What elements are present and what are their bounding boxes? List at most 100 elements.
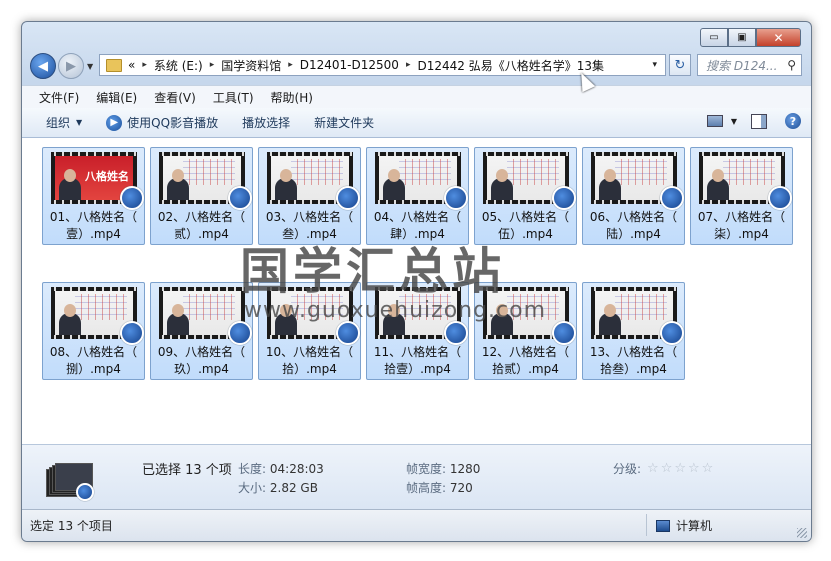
resize-grip[interactable] — [797, 528, 807, 538]
file-item[interactable]: 09、八格姓名（ 玖）.mp4 — [150, 282, 253, 380]
file-item[interactable]: 06、八格姓名（ 陆）.mp4 — [582, 147, 685, 245]
status-location-label: 计算机 — [676, 519, 713, 533]
refresh-button[interactable]: ↻ — [669, 54, 691, 76]
file-name: 06、八格姓名（ 陆）.mp4 — [583, 209, 684, 243]
computer-icon — [656, 519, 670, 532]
rating-label: 分级: — [613, 462, 642, 476]
forward-button[interactable]: ▶ — [58, 53, 84, 79]
thumbnail-title: 八格姓名 — [85, 170, 129, 183]
status-bar: 选定 13 个项目 计算机 — [22, 509, 811, 541]
file-name-line2: 捌）.mp4 — [66, 362, 121, 376]
menu-file[interactable]: 文件(F) — [39, 89, 79, 106]
file-name-line1: 05、八格姓名（ — [481, 210, 570, 224]
view-options-dropdown[interactable]: ▼ — [731, 117, 737, 126]
video-thumbnail — [483, 152, 576, 210]
breadcrumb-overflow[interactable]: « — [128, 58, 135, 72]
maximize-button[interactable]: ▣ — [728, 28, 756, 47]
star-icon[interactable]: ☆ — [647, 461, 659, 476]
close-button[interactable]: ✕ — [756, 28, 801, 47]
star-icon[interactable]: ☆ — [661, 461, 673, 476]
file-item[interactable]: 08、八格姓名（ 捌）.mp4 — [42, 282, 145, 380]
file-name: 08、八格姓名（ 捌）.mp4 — [43, 344, 144, 378]
video-badge-icon — [228, 321, 252, 345]
video-thumbnail — [159, 152, 252, 210]
frame-height-row: 帧高度: 720 — [406, 479, 473, 496]
breadcrumb-item-library[interactable]: 国学资料馆 — [221, 57, 281, 74]
file-item[interactable]: 八格姓名 01、八格姓名（ 壹）.mp4 — [42, 147, 145, 245]
file-name: 09、八格姓名（ 玖）.mp4 — [151, 344, 252, 378]
file-name: 02、八格姓名（ 贰）.mp4 — [151, 209, 252, 243]
video-badge-icon — [552, 186, 576, 210]
video-badge-icon — [552, 321, 576, 345]
new-folder-button[interactable]: 新建文件夹 — [314, 114, 374, 131]
star-icon[interactable]: ☆ — [674, 461, 686, 476]
play-selection-button[interactable]: 播放选择 — [242, 114, 290, 131]
star-icon[interactable]: ☆ — [688, 461, 700, 476]
file-name-line2: 玖）.mp4 — [174, 362, 229, 376]
search-input[interactable]: 搜索 D124... — [706, 57, 787, 74]
status-location: 计算机 — [656, 517, 712, 534]
file-item[interactable]: 04、八格姓名（ 肆）.mp4 — [366, 147, 469, 245]
preview-pane-icon[interactable] — [751, 113, 767, 129]
file-name-line2: 贰）.mp4 — [174, 227, 229, 241]
video-thumbnail: 八格姓名 — [51, 152, 144, 210]
video-badge-icon — [768, 186, 792, 210]
breadcrumb: « ▸ 系统 (E:) ▸ 国学资料馆 ▸ D12401-D12500 ▸ D1… — [128, 57, 604, 74]
file-name-line2: 拾叁）.mp4 — [600, 362, 667, 376]
view-controls: ▼ ? — [706, 113, 801, 129]
status-divider — [646, 514, 647, 536]
file-item[interactable]: 07、八格姓名（ 柒）.mp4 — [690, 147, 793, 245]
file-name: 01、八格姓名（ 壹）.mp4 — [43, 209, 144, 243]
menu-help[interactable]: 帮助(H) — [271, 89, 313, 106]
file-name: 10、八格姓名（ 拾）.mp4 — [259, 344, 360, 378]
video-badge-icon — [76, 483, 94, 501]
file-item[interactable]: 03、八格姓名（ 叁）.mp4 — [258, 147, 361, 245]
change-view-icon[interactable] — [706, 115, 723, 127]
help-icon[interactable]: ? — [785, 113, 801, 129]
arrow-right-icon: ▶ — [66, 58, 76, 74]
frame-height-label: 帧高度: — [406, 481, 447, 495]
command-bar: 组织 ▼ ▶ 使用QQ影音播放 播放选择 新建文件夹 ▼ ? — [22, 108, 811, 138]
video-badge-icon — [336, 321, 360, 345]
breadcrumb-item-current[interactable]: D12442 弘易《八格姓名学》13集 — [417, 57, 604, 74]
length-row: 长度: 04:28:03 — [238, 460, 324, 477]
video-badge-icon — [444, 186, 468, 210]
video-badge-icon — [660, 321, 684, 345]
size-row: 大小: 2.82 GB — [238, 479, 318, 496]
star-icon[interactable]: ☆ — [702, 461, 714, 476]
rating-stars[interactable]: ☆ ☆ ☆ ☆ ☆ — [647, 461, 715, 476]
menu-view[interactable]: 查看(V) — [154, 89, 196, 106]
back-button[interactable]: ◀ — [30, 53, 56, 79]
organize-label: 组织 — [46, 116, 71, 130]
watermark-title: 国学汇总站 — [240, 242, 506, 300]
selected-count: 已选择 13 个项 — [142, 463, 232, 478]
file-name-line2: 陆）.mp4 — [606, 227, 661, 241]
length-value: 04:28:03 — [269, 462, 324, 476]
menu-edit[interactable]: 编辑(E) — [96, 89, 137, 106]
watermark-url: www.guoxuehuizong.com — [244, 298, 547, 323]
address-dropdown-icon[interactable]: ▾ — [652, 60, 657, 70]
breadcrumb-item-range[interactable]: D12401-D12500 — [300, 58, 399, 72]
file-item[interactable]: 02、八格姓名（ 贰）.mp4 — [150, 147, 253, 245]
file-name-line1: 07、八格姓名（ — [697, 210, 786, 224]
file-item[interactable]: 13、八格姓名（ 拾叁）.mp4 — [582, 282, 685, 380]
menu-tools[interactable]: 工具(T) — [213, 89, 254, 106]
qq-play-button[interactable]: ▶ 使用QQ影音播放 — [106, 114, 218, 131]
file-name-line1: 11、八格姓名（ — [373, 345, 462, 359]
video-badge-icon — [228, 186, 252, 210]
frame-width-value: 1280 — [449, 462, 481, 476]
frame-height-value: 720 — [449, 481, 473, 495]
rating-row: 分级: ☆ ☆ ☆ ☆ ☆ — [613, 460, 715, 477]
file-name-line1: 01、八格姓名（ — [49, 210, 138, 224]
magnifier-icon[interactable]: ⚲ — [787, 58, 796, 72]
breadcrumb-item-drive[interactable]: 系统 (E:) — [154, 57, 203, 74]
file-name-line2: 拾壹）.mp4 — [384, 362, 451, 376]
minimize-button[interactable]: ▭ — [700, 28, 728, 47]
folder-icon — [106, 58, 122, 72]
file-item[interactable]: 05、八格姓名（ 伍）.mp4 — [474, 147, 577, 245]
recent-pages-dropdown[interactable]: ▼ — [87, 62, 93, 71]
frame-width-label: 帧宽度: — [406, 462, 447, 476]
status-selection: 选定 13 个项目 — [30, 519, 113, 533]
organize-button[interactable]: 组织 ▼ — [46, 114, 82, 131]
search-box[interactable]: 搜索 D124... ⚲ — [697, 54, 802, 76]
